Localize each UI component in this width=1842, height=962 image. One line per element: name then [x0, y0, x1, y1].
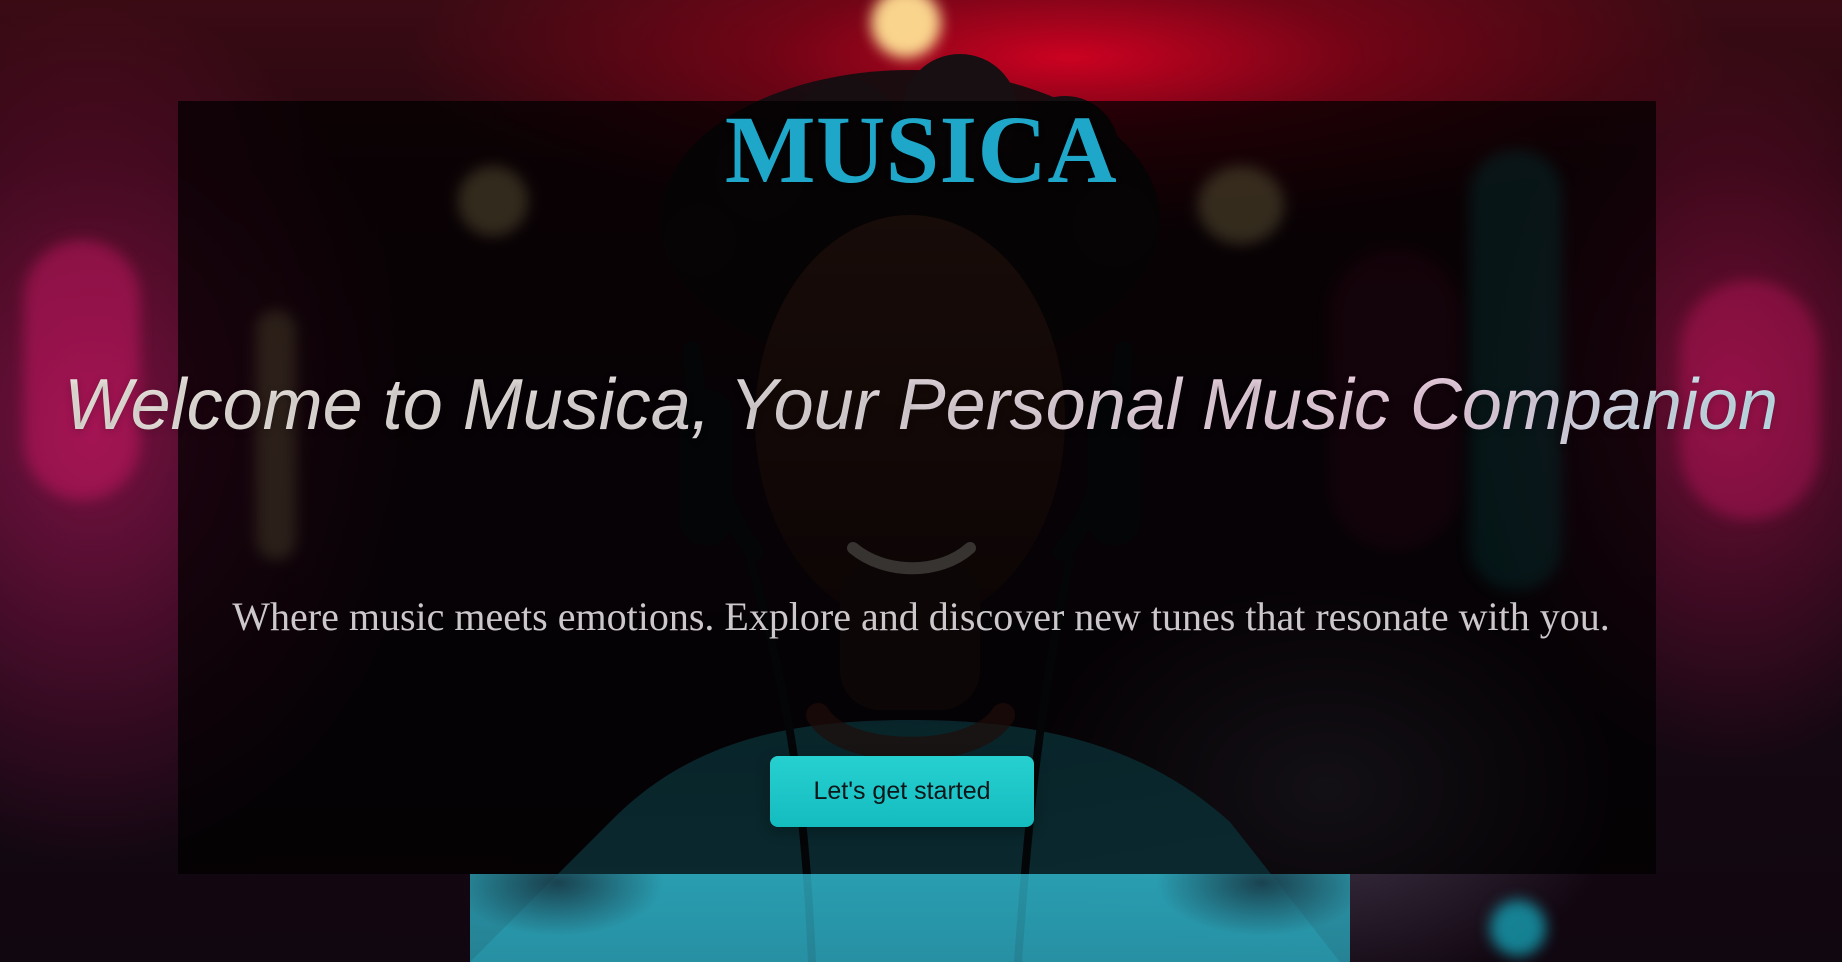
hero-title: Welcome to Musica, Your Personal Music C… [0, 365, 1842, 445]
light-bokeh [1490, 900, 1546, 956]
shirt-shadow-detail [470, 874, 1350, 962]
site-logo: MUSICA [724, 96, 1118, 203]
landing-page: MUSICA Welcome to Musica, Your Personal … [0, 0, 1842, 962]
shirt-visible-area [470, 874, 1350, 962]
light-bokeh [871, 0, 941, 58]
get-started-button[interactable]: Let's get started [770, 756, 1034, 827]
hero-tagline: Where music meets emotions. Explore and … [232, 594, 1610, 639]
